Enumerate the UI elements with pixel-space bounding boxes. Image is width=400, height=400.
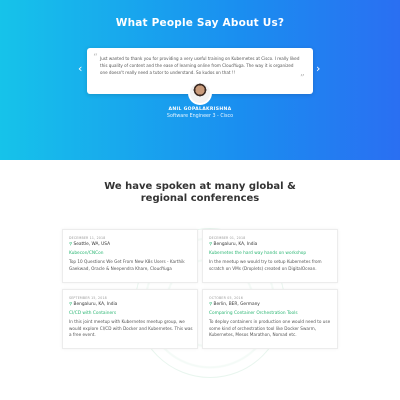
conference-date: DECEMBER 11, 2018 <box>69 236 106 240</box>
conference-date: DECEMBER 01, 2018 <box>209 236 246 240</box>
conference-location: ⚲ Bengaluru, KA, India <box>209 242 257 247</box>
conference-description: In the meetup we would try to setup Kube… <box>209 259 322 271</box>
conference-card[interactable]: OCTOBER 05, 2016 ⚲ Berlin, BER, Germany … <box>202 289 338 349</box>
conference-event-link[interactable]: Comparing Container Orchestration Tools <box>209 311 298 316</box>
conference-card[interactable]: DECEMBER 01, 2018 ⚲ Bengaluru, KA, India… <box>202 229 338 283</box>
conference-location: ⚲ Bengaluru, KA, India <box>69 302 117 307</box>
testimonials-heading: What People Say About Us? <box>115 17 285 29</box>
conference-event-link[interactable]: Kubernetes the hard way hands on worksho… <box>209 251 306 256</box>
chevron-left-icon[interactable]: ‹ <box>78 63 82 74</box>
conference-location-text: Bengaluru, KA, India <box>213 242 258 247</box>
conference-location-text: Berlin, BER, Germany <box>213 302 260 307</box>
testimonial-author-name: ANIL GOPALAKRISHNA <box>168 107 232 112</box>
conference-description: In this joint meetup with Kubernetes mee… <box>69 319 193 337</box>
testimonial-quote: Just wanted to thank you for providing a… <box>100 56 300 75</box>
conference-location: ⚲ Berlin, BER, Germany <box>209 302 260 307</box>
open-quote-icon: “ <box>93 53 98 63</box>
conference-event-link[interactable]: Kubecon/CNCon <box>69 251 103 256</box>
conference-description: To deploy containers in production one w… <box>209 319 331 337</box>
conference-date: SEPTEMBER 15, 2018 <box>69 296 107 300</box>
close-quote-icon: ” <box>300 74 305 84</box>
conference-card[interactable]: SEPTEMBER 15, 2018 ⚲ Bengaluru, KA, Indi… <box>62 289 198 349</box>
testimonials-section: What People Say About Us? ‹ › “ Just wan… <box>0 0 400 160</box>
chevron-right-icon[interactable]: › <box>316 63 320 74</box>
conference-card[interactable]: DECEMBER 11, 2018 ⚲ Seattle, WA, USA Kub… <box>62 229 198 283</box>
conference-event-link[interactable]: CI/CD with Containers <box>69 311 116 316</box>
conference-date: OCTOBER 05, 2016 <box>209 296 244 300</box>
conference-location: ⚲ Seattle, WA, USA <box>69 242 110 247</box>
avatar <box>188 81 212 105</box>
conferences-heading: We have spoken at many global & regional… <box>104 181 296 204</box>
testimonial-author-role: Software Engineer 3 - Cisco <box>166 114 234 119</box>
conference-location-text: Seattle, WA, USA <box>73 242 111 247</box>
conference-location-text: Bengaluru, KA, India <box>73 302 118 307</box>
conference-description: Top 10 Questions We Get From New K8s Use… <box>69 259 185 271</box>
